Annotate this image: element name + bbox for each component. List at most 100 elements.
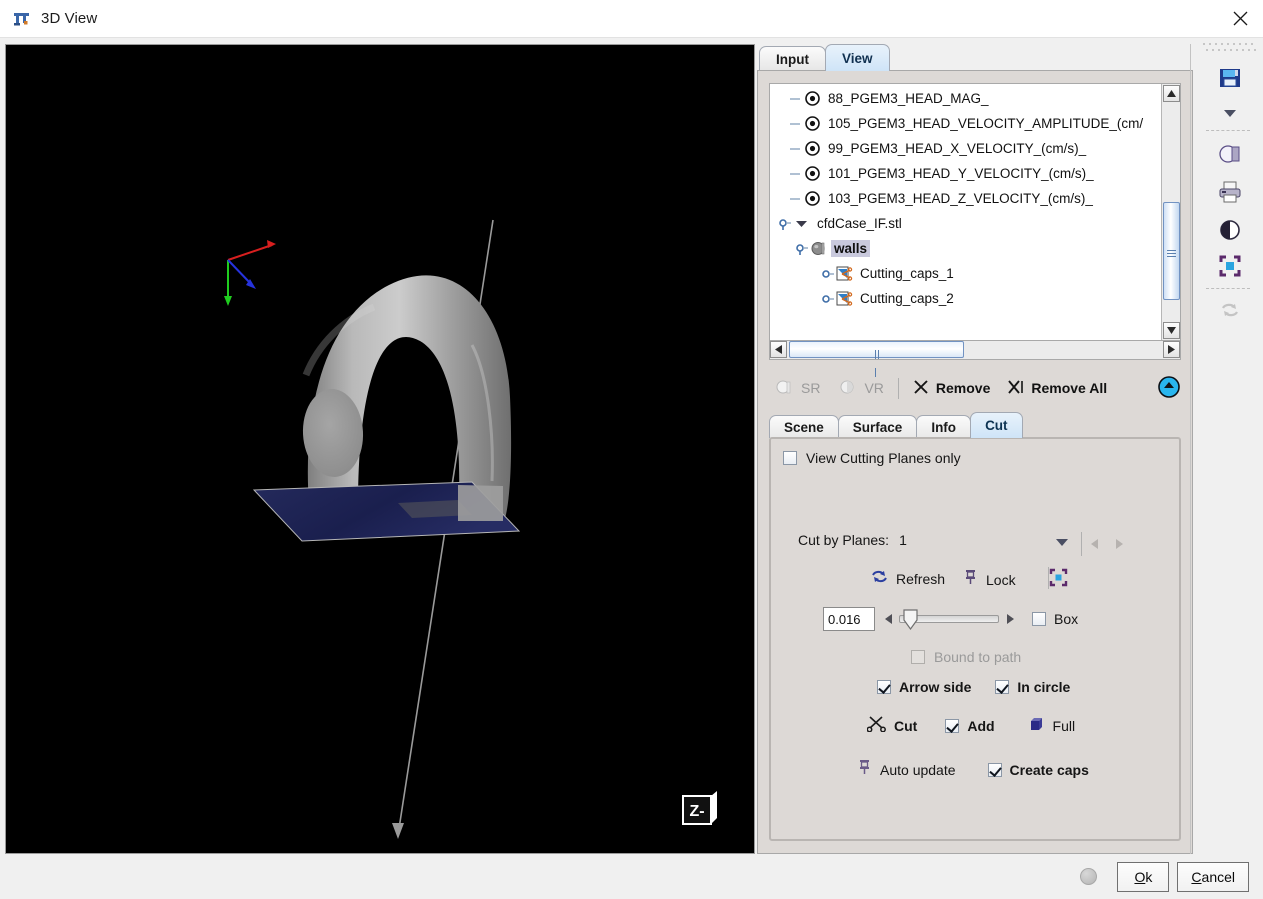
target-icon — [804, 165, 821, 182]
lock-button[interactable]: Lock — [963, 569, 1016, 590]
remove-label: Remove — [935, 380, 991, 396]
contrast-icon[interactable] — [1216, 216, 1244, 244]
target-icon — [804, 90, 821, 107]
box-checkbox[interactable] — [1032, 612, 1046, 626]
add-label: Add — [967, 718, 995, 734]
tree-item[interactable]: 103_PGEM3_HEAD_Z_VELOCITY_(cm/s)_ — [770, 186, 1161, 211]
close-icon[interactable] — [1217, 0, 1263, 37]
cut-caps-icon — [836, 290, 853, 307]
arrow-side-row[interactable]: Arrow side In circle — [877, 679, 1070, 695]
slider-thumb[interactable] — [903, 609, 918, 631]
tab-surface[interactable]: Surface — [837, 415, 918, 438]
fit-view-icon[interactable] — [1216, 252, 1244, 280]
snapshot-icon[interactable] — [1216, 140, 1244, 168]
panel-right-edge — [1190, 44, 1191, 854]
refresh-label: Refresh — [896, 571, 946, 587]
bound-to-path-checkbox — [911, 650, 925, 664]
add-checkbox[interactable] — [945, 719, 960, 733]
tab-cut[interactable]: Cut — [970, 412, 1023, 438]
scissors-icon[interactable] — [866, 715, 886, 737]
cut-offset-slider[interactable] — [899, 609, 999, 631]
toolbar-divider — [1206, 130, 1250, 131]
tree-item-label: 103_PGEM3_HEAD_Z_VELOCITY_(cm/s)_ — [828, 191, 1093, 206]
tree-item[interactable]: 88_PGEM3_HEAD_MAG_ — [770, 86, 1161, 111]
bound-to-path-row: Bound to path — [911, 649, 1021, 665]
lock-label: Lock — [986, 571, 1016, 588]
scroll-right-button[interactable] — [1163, 341, 1180, 358]
collapse-arrow-icon[interactable] — [793, 215, 810, 232]
tree-horizontal-scrollbar[interactable] — [769, 341, 1181, 377]
ok-button[interactable]: Ok — [1117, 861, 1170, 892]
tree-vertical-scrollbar[interactable] — [1161, 84, 1180, 340]
tree-expand-handle-icon[interactable] — [822, 292, 836, 306]
scroll-left-button[interactable] — [770, 341, 787, 358]
right-panel: Input View 88_PGEM3_HEAD_MAG_ 105_PGEM3_… — [757, 44, 1193, 854]
full-label[interactable]: Full — [1053, 718, 1076, 734]
auto-update-pin-icon[interactable] — [857, 759, 872, 780]
tree-expand-handle-icon[interactable] — [796, 242, 810, 256]
view-cutting-planes-only-checkbox[interactable] — [783, 451, 797, 465]
fit-selection-button[interactable] — [1049, 568, 1068, 592]
dropdown-arrow-icon[interactable] — [1216, 99, 1244, 127]
tree-item-cfdcase[interactable]: cfdCase_IF.stl — [770, 211, 1161, 236]
next-plane-button[interactable] — [1116, 539, 1123, 549]
toolbar-grip[interactable] — [1202, 42, 1259, 56]
tree-item-walls[interactable]: walls — [770, 236, 1161, 261]
in-circle-checkbox[interactable] — [995, 680, 1010, 694]
remove-button[interactable]: Remove — [913, 379, 990, 398]
vr-icon — [838, 378, 857, 398]
scene-tree[interactable]: 88_PGEM3_HEAD_MAG_ 105_PGEM3_HEAD_VELOCI… — [769, 83, 1181, 341]
auto-update-label[interactable]: Auto update — [880, 762, 956, 778]
scroll-thumb[interactable] — [1163, 202, 1180, 300]
tree-expand-handle-icon[interactable] — [779, 217, 793, 231]
previous-plane-button[interactable] — [1091, 539, 1098, 549]
full-cube-icon[interactable] — [1029, 716, 1045, 737]
save-icon[interactable] — [1216, 64, 1244, 92]
tab-view-label: View — [842, 50, 873, 66]
tree-item-cutting-caps-2[interactable]: Cutting_caps_2 — [770, 286, 1161, 310]
slider-increase-button[interactable] — [1007, 614, 1014, 624]
window-title: 3D View — [41, 10, 98, 27]
arrow-side-checkbox[interactable] — [877, 680, 891, 694]
tab-info[interactable]: Info — [916, 415, 972, 438]
remove-all-label: Remove All — [1031, 380, 1108, 396]
tab-input[interactable]: Input — [759, 46, 826, 71]
toolbar-divider — [1206, 288, 1250, 289]
remove-all-button[interactable]: Remove All — [1008, 379, 1107, 398]
3d-viewport[interactable]: Z- — [5, 44, 755, 854]
tree-item-label: 99_PGEM3_HEAD_X_VELOCITY_(cm/s)_ — [828, 141, 1087, 156]
dropdown-arrow-icon[interactable] — [1052, 535, 1072, 554]
orientation-label: Z- — [689, 803, 704, 820]
vr-button[interactable]: VR — [838, 378, 884, 398]
lock-pin-icon — [963, 569, 978, 590]
scroll-up-button[interactable] — [1163, 85, 1180, 102]
tree-item[interactable]: 105_PGEM3_HEAD_VELOCITY_AMPLITUDE_(cm/ — [770, 111, 1161, 136]
scroll-down-button[interactable] — [1163, 322, 1180, 339]
view-cutting-planes-only-row[interactable]: View Cutting Planes only — [783, 450, 961, 466]
create-caps-checkbox[interactable] — [987, 762, 1002, 777]
tree-expand-handle-icon[interactable] — [822, 267, 836, 281]
tab-view[interactable]: View — [825, 44, 890, 71]
h-scroll-thumb[interactable] — [789, 341, 964, 377]
tree-line-icon — [790, 142, 804, 156]
sr-label: SR — [801, 380, 821, 396]
cancel-mnemonic: C — [1191, 868, 1202, 885]
tree-content: 88_PGEM3_HEAD_MAG_ 105_PGEM3_HEAD_VELOCI… — [770, 84, 1161, 310]
tree-item[interactable]: 101_PGEM3_HEAD_Y_VELOCITY_(cm/s)_ — [770, 161, 1161, 186]
print-icon[interactable] — [1216, 178, 1244, 206]
collapse-up-button[interactable] — [1157, 375, 1181, 399]
tree-item[interactable]: 99_PGEM3_HEAD_X_VELOCITY_(cm/s)_ — [770, 136, 1161, 161]
sr-button[interactable]: SR — [775, 378, 820, 398]
refresh-button[interactable]: Refresh — [871, 569, 945, 589]
orientation-cube[interactable]: Z- — [677, 788, 722, 833]
vr-label: VR — [864, 380, 884, 396]
tab-scene[interactable]: Scene — [769, 415, 839, 438]
slider-decrease-button[interactable] — [885, 614, 892, 624]
tree-item-label: 105_PGEM3_HEAD_VELOCITY_AMPLITUDE_(cm/ — [828, 116, 1144, 131]
cut-label[interactable]: Cut — [894, 718, 917, 734]
cut-offset-value[interactable]: 0.016 — [823, 607, 875, 631]
status-indicator[interactable] — [1080, 868, 1098, 885]
cancel-button[interactable]: Cancel — [1177, 861, 1249, 892]
cut-offset-slider-row[interactable]: 0.016 Box — [823, 607, 1078, 631]
tree-item-cutting-caps-1[interactable]: Cutting_caps_1 — [770, 261, 1161, 286]
